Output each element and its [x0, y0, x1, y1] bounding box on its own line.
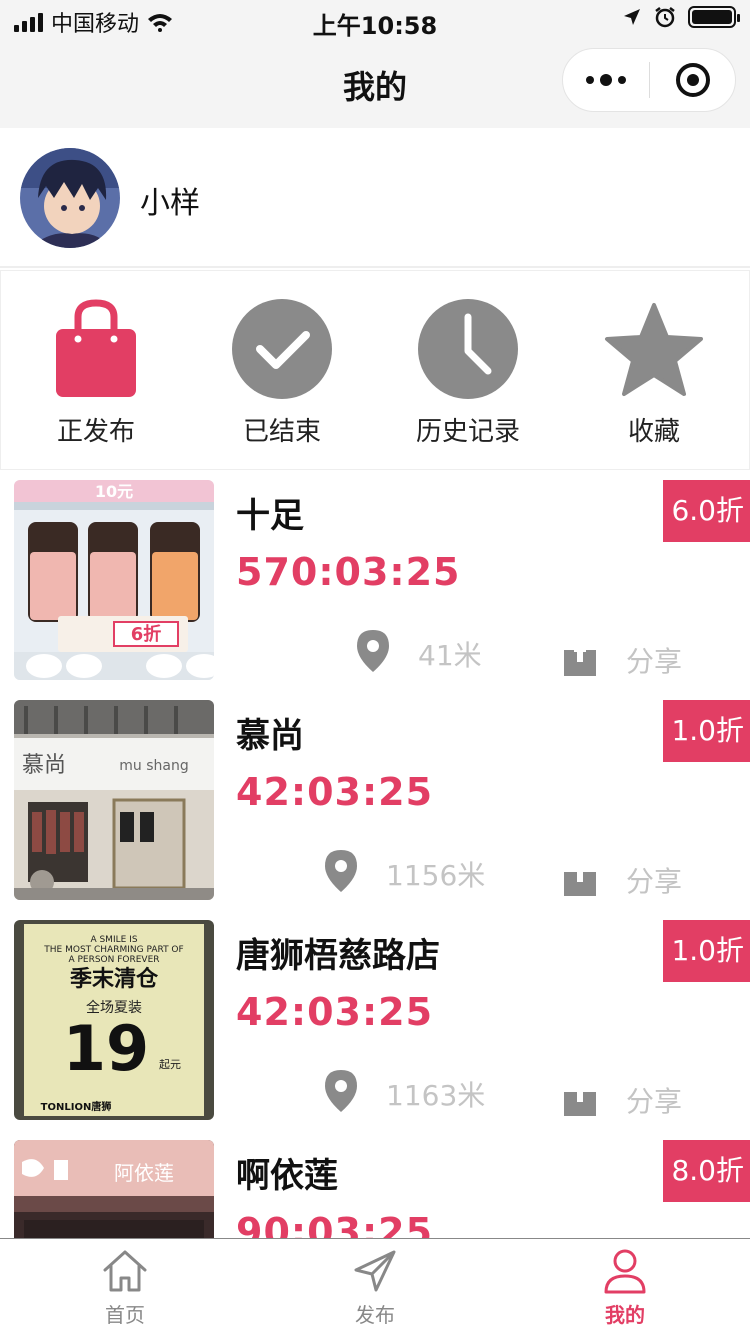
more-icon[interactable] [563, 49, 649, 111]
home-icon [0, 1245, 250, 1297]
username: 小样 [140, 186, 200, 221]
menu-item-publishing[interactable]: 正发布 [3, 299, 189, 448]
share-button[interactable]: 分享 [626, 860, 682, 900]
countdown-timer: 90:03:25 [236, 1210, 434, 1238]
distance-label: 1163米 [386, 1079, 486, 1112]
menu-item-label: 已结束 [242, 417, 321, 447]
shop-name: 唐狮梧慈路店 [236, 936, 440, 976]
shop-name: 慕尚 [236, 716, 304, 756]
list-item[interactable]: A SMILE IS THE MOST CHARMING PART OF A P… [0, 910, 750, 1130]
discount-badge: 6.0折 [663, 480, 750, 542]
list-item[interactable]: 10元 6折 十足 570:03:25 6.0折 41米 分享 [0, 470, 750, 690]
svg-text:季末清仓: 季末清仓 [70, 966, 159, 992]
share-icon[interactable] [562, 636, 598, 676]
location-pin-icon [357, 630, 389, 672]
distance-label: 1156米 [386, 859, 486, 892]
tab-bar: 首页 发布 我的 [0, 1238, 750, 1334]
shop-thumbnail: 慕尚 mu shang [14, 700, 214, 900]
check-circle-icon [232, 299, 332, 399]
countdown-timer: 42:03:25 [236, 990, 434, 1034]
discount-badge: 1.0折 [663, 920, 750, 982]
svg-text:起元: 起元 [159, 1058, 181, 1071]
shop-thumbnail: A SMILE IS THE MOST CHARMING PART OF A P… [14, 920, 214, 1120]
shop-thumbnail: 10元 6折 [14, 480, 214, 680]
nav-bar: 我的 [0, 40, 750, 128]
countdown-timer: 570:03:25 [236, 550, 461, 594]
menu-item-favorites[interactable]: 收藏 [561, 299, 747, 448]
battery-icon [688, 6, 740, 28]
shop-thumbnail: 阿依莲 [14, 1140, 214, 1238]
location-pin-icon [325, 1070, 357, 1112]
shop-name: 十足 [236, 496, 304, 536]
star-icon [604, 299, 704, 399]
shop-list: 10元 6折 十足 570:03:25 6.0折 41米 分享 慕尚 mu sh… [0, 470, 750, 1238]
menu-item-label: 收藏 [627, 417, 680, 447]
svg-text:19: 19 [63, 1012, 149, 1085]
close-mini-program-button[interactable] [650, 63, 735, 97]
menu-item-label: 历史记录 [415, 417, 520, 447]
tab-mine[interactable]: 我的 [500, 1245, 750, 1328]
clock-icon [418, 299, 518, 399]
target-icon [675, 63, 710, 97]
status-bar: 中国移动 上午10:58 [0, 0, 750, 40]
discount-badge: 8.0折 [663, 1140, 750, 1202]
list-item[interactable]: 阿依莲 啊依莲 90:03:25 8.0折 [0, 1130, 750, 1238]
svg-text:mu shang: mu shang [119, 758, 188, 774]
svg-text:阿依莲: 阿依莲 [114, 1161, 174, 1185]
user-icon [500, 1245, 750, 1297]
location-arrow-icon [624, 9, 640, 25]
menu-item-ended[interactable]: 已结束 [189, 299, 375, 448]
alarm-icon [655, 7, 675, 28]
svg-text:TONLION唐狮: TONLION唐狮 [41, 1100, 112, 1113]
tab-label: 我的 [605, 1303, 645, 1327]
avatar[interactable] [20, 148, 120, 248]
svg-text:A PERSON FOREVER: A PERSON FOREVER [68, 955, 159, 965]
share-button[interactable]: 分享 [626, 1080, 682, 1120]
tab-label: 发布 [355, 1303, 395, 1327]
share-icon[interactable] [562, 856, 598, 896]
mini-program-capsule [562, 48, 736, 112]
svg-text:A SMILE IS: A SMILE IS [90, 935, 137, 945]
location-pin-icon [325, 850, 357, 892]
distance-label: 41米 [418, 639, 482, 672]
send-icon [250, 1245, 500, 1297]
countdown-timer: 42:03:25 [236, 770, 434, 814]
tab-publish[interactable]: 发布 [250, 1245, 500, 1328]
menu-item-history[interactable]: 历史记录 [375, 299, 561, 448]
shopping-bag-icon [46, 299, 146, 399]
share-icon[interactable] [562, 1076, 598, 1116]
menu-item-label: 正发布 [56, 417, 135, 447]
quick-menu: 正发布 已结束 历史记录 收藏 [0, 270, 750, 470]
tab-home[interactable]: 首页 [0, 1245, 250, 1328]
share-button[interactable]: 分享 [626, 640, 682, 680]
list-item[interactable]: 慕尚 mu shang 慕尚 42:03:25 1.0折 1156米 分享 [0, 690, 750, 910]
tab-label: 首页 [105, 1303, 145, 1327]
svg-text:慕尚: 慕尚 [22, 753, 66, 778]
svg-text:6折: 6折 [131, 623, 162, 645]
svg-text:THE MOST CHARMING PART OF: THE MOST CHARMING PART OF [43, 945, 183, 955]
discount-badge: 1.0折 [663, 700, 750, 762]
profile-header: 小样 [0, 128, 750, 268]
shop-name: 啊依莲 [236, 1156, 338, 1196]
svg-text:10元: 10元 [95, 482, 133, 501]
